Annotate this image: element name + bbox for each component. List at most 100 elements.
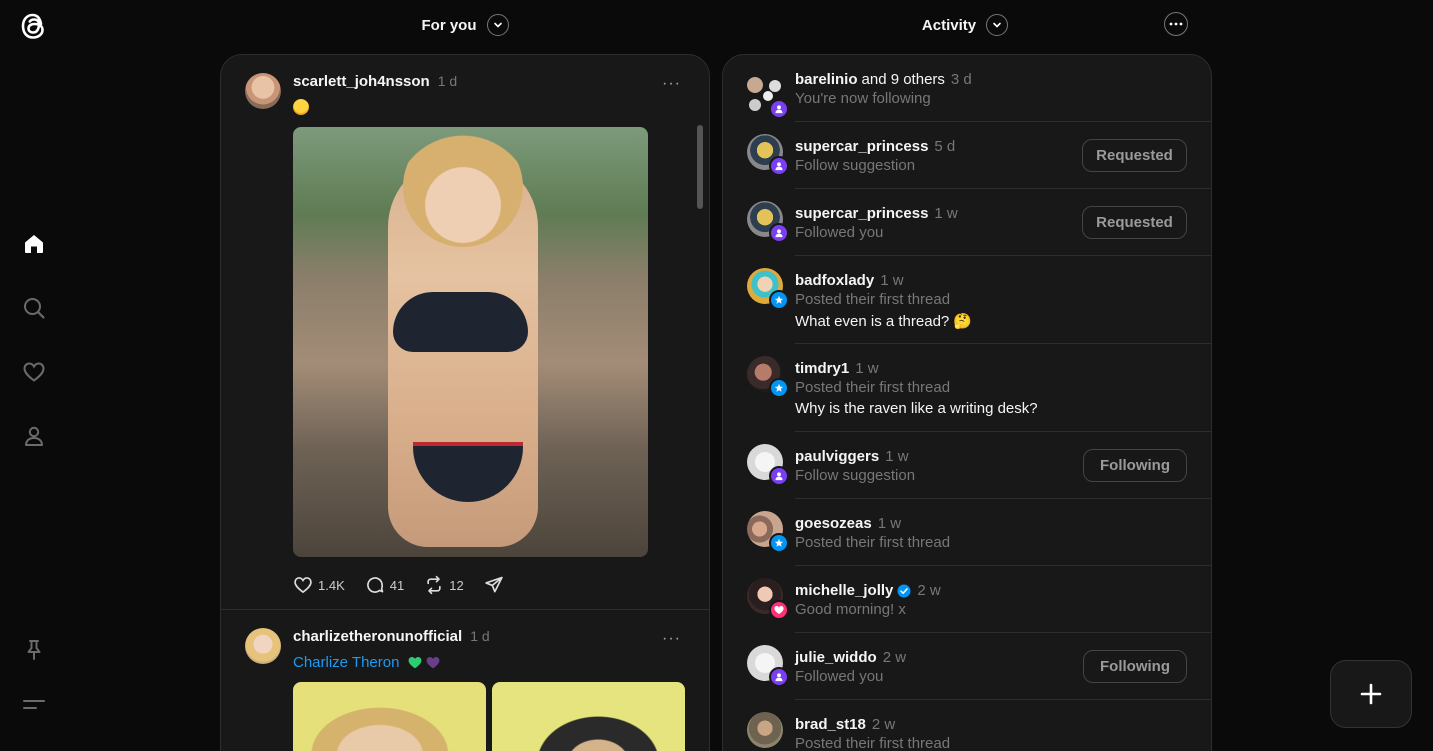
verified-badge-icon — [897, 584, 911, 598]
repost-count: 12 — [449, 577, 464, 593]
feed-column: ··· scarlett_joh4nsson 1 d 1.4K 41 12 ··… — [220, 54, 710, 751]
following-button[interactable]: Following — [1083, 650, 1187, 683]
activity-username[interactable]: badfoxlady — [795, 272, 874, 289]
send-icon — [484, 576, 503, 593]
thread-badge-icon — [769, 378, 789, 398]
follow-badge-icon — [769, 466, 789, 486]
activity-time: 1 w — [934, 205, 958, 222]
activity-item[interactable]: timdry1 1 w Posted their first thread Wh… — [723, 344, 1211, 432]
requested-button[interactable]: Requested — [1082, 139, 1187, 172]
follow-badge-icon — [769, 99, 789, 119]
activity-item[interactable]: michelle_jolly 2 w Good morning! x — [723, 566, 1211, 633]
post-time: 1 d — [470, 628, 490, 644]
new-thread-button[interactable] — [1330, 660, 1412, 728]
post-caption: Charlize Theron — [293, 654, 685, 674]
activity-username[interactable]: paulviggers — [795, 448, 879, 465]
activity-time: 5 d — [934, 138, 956, 155]
reply-button[interactable]: 41 — [365, 575, 404, 595]
following-button[interactable]: Following — [1083, 449, 1187, 482]
heart-icon — [294, 577, 312, 594]
activity-time: 1 w — [880, 272, 904, 289]
activity-username[interactable]: brad_st18 — [795, 716, 866, 733]
post-image[interactable] — [492, 682, 685, 751]
post-image[interactable] — [293, 682, 486, 751]
activity-time: 1 w — [877, 515, 902, 532]
activity-item[interactable]: brad_st18 2 w Posted their first thread — [723, 700, 1211, 751]
threads-app: For you Activity ··· scarlett_joh4nsson … — [0, 0, 1433, 751]
post-image[interactable] — [293, 127, 648, 557]
activity-time: 2 w — [882, 649, 907, 666]
thread-badge-icon — [769, 533, 789, 553]
post: ··· scarlett_joh4nsson 1 d 1.4K 41 12 — [221, 55, 709, 605]
activity-username[interactable]: timdry1 — [795, 360, 849, 377]
search-icon[interactable] — [14, 288, 54, 328]
activity-item[interactable]: goesozeas 1 w Posted their first thread — [723, 499, 1211, 566]
activity-selector[interactable]: Activity — [885, 10, 1045, 40]
activity-item[interactable]: supercar_princess 1 w Followed you Reque… — [723, 189, 1211, 256]
heart-icon[interactable] — [14, 352, 54, 392]
activity-time: 2 w — [871, 716, 896, 733]
share-button[interactable] — [484, 575, 504, 595]
requested-button[interactable]: Requested — [1082, 206, 1187, 239]
activity-item[interactable]: paulviggers 1 w Follow suggestion Follow… — [723, 432, 1211, 499]
thread-preview: What even is a thread? 🤔 — [795, 313, 973, 330]
activity-description: Good morning! x — [795, 601, 906, 618]
activity-description: Posted their first thread — [795, 291, 951, 308]
avatar[interactable] — [747, 712, 783, 748]
activity-description: Posted their first thread — [795, 735, 951, 751]
activity-item[interactable]: supercar_princess 5 d Follow suggestion … — [723, 122, 1211, 189]
post-username[interactable]: charlizetheronunofficial — [293, 628, 462, 645]
avatar[interactable] — [245, 628, 281, 664]
like-count: 1.4K — [318, 577, 345, 593]
feed-selector[interactable]: For you — [380, 10, 550, 40]
comment-icon — [366, 577, 384, 593]
threads-logo-icon[interactable] — [16, 8, 52, 44]
activity-time: 1 w — [885, 448, 909, 465]
chevron-down-icon[interactable] — [986, 14, 1009, 36]
activity-description: Posted their first thread — [795, 534, 951, 551]
like-button[interactable]: 1.4K — [293, 575, 345, 595]
activity-time: 2 w — [917, 582, 941, 599]
reply-count: 41 — [389, 577, 405, 593]
purple-heart-emoji-icon — [426, 656, 440, 669]
post-username[interactable]: scarlett_joh4nsson — [293, 73, 430, 90]
activity-item[interactable]: barelinio and 9 others 3 d You're now fo… — [723, 55, 1211, 122]
menu-icon[interactable] — [14, 684, 54, 724]
post: ··· charlizetheronunofficial 1 d Charliz… — [221, 610, 709, 751]
profile-icon[interactable] — [14, 416, 54, 456]
chevron-down-icon[interactable] — [486, 14, 509, 36]
mention-link[interactable]: Charlize Theron — [293, 654, 399, 671]
like-badge-icon — [769, 600, 789, 620]
pin-icon[interactable] — [14, 630, 54, 670]
thread-badge-icon — [769, 290, 789, 310]
post-time: 1 d — [437, 73, 458, 89]
follow-badge-icon — [769, 667, 789, 687]
home-icon[interactable] — [14, 224, 54, 264]
repost-button[interactable]: 12 — [424, 575, 464, 595]
activity-username[interactable]: barelinio — [795, 71, 858, 88]
follow-badge-icon — [769, 223, 789, 243]
activity-username[interactable]: julie_widdo — [795, 649, 877, 666]
post-more-icon[interactable]: ··· — [662, 630, 681, 648]
feed-selector-label: For you — [421, 16, 477, 34]
smile-emoji-icon — [293, 99, 309, 115]
green-heart-emoji-icon — [408, 656, 422, 669]
activity-item[interactable]: julie_widdo 2 w Followed you Following — [723, 633, 1211, 700]
repost-icon — [427, 575, 441, 595]
activity-username[interactable]: supercar_princess — [795, 138, 928, 155]
post-image-gallery — [293, 682, 685, 751]
activity-suffix: and 9 others — [861, 71, 945, 88]
column-options-icon[interactable] — [1164, 12, 1188, 36]
post-actions: 1.4K 41 12 — [293, 565, 685, 605]
activity-time: 1 w — [855, 360, 879, 377]
sidebar — [0, 0, 68, 751]
activity-item[interactable]: badfoxlady 1 w Posted their first thread… — [723, 256, 1211, 344]
follow-badge-icon — [769, 156, 789, 176]
activity-username[interactable]: michelle_jolly — [795, 582, 893, 599]
activity-username[interactable]: goesozeas — [795, 515, 872, 532]
activity-username[interactable]: supercar_princess — [795, 205, 928, 222]
post-more-icon[interactable]: ··· — [662, 75, 681, 93]
activity-column: barelinio and 9 others 3 d You're now fo… — [722, 54, 1212, 751]
post-caption — [293, 99, 685, 119]
avatar[interactable] — [245, 73, 281, 109]
